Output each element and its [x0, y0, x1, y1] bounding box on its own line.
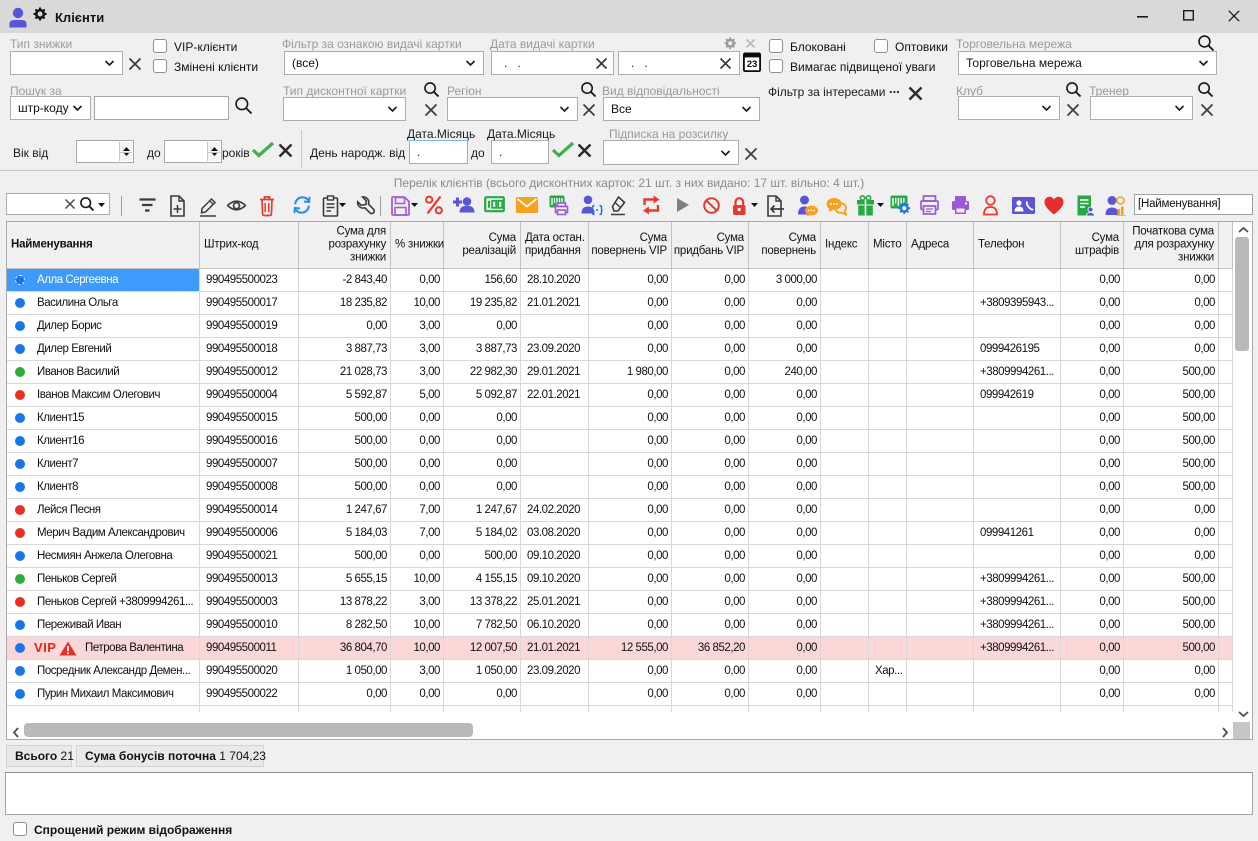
svg-text:23: 23	[747, 59, 758, 70]
